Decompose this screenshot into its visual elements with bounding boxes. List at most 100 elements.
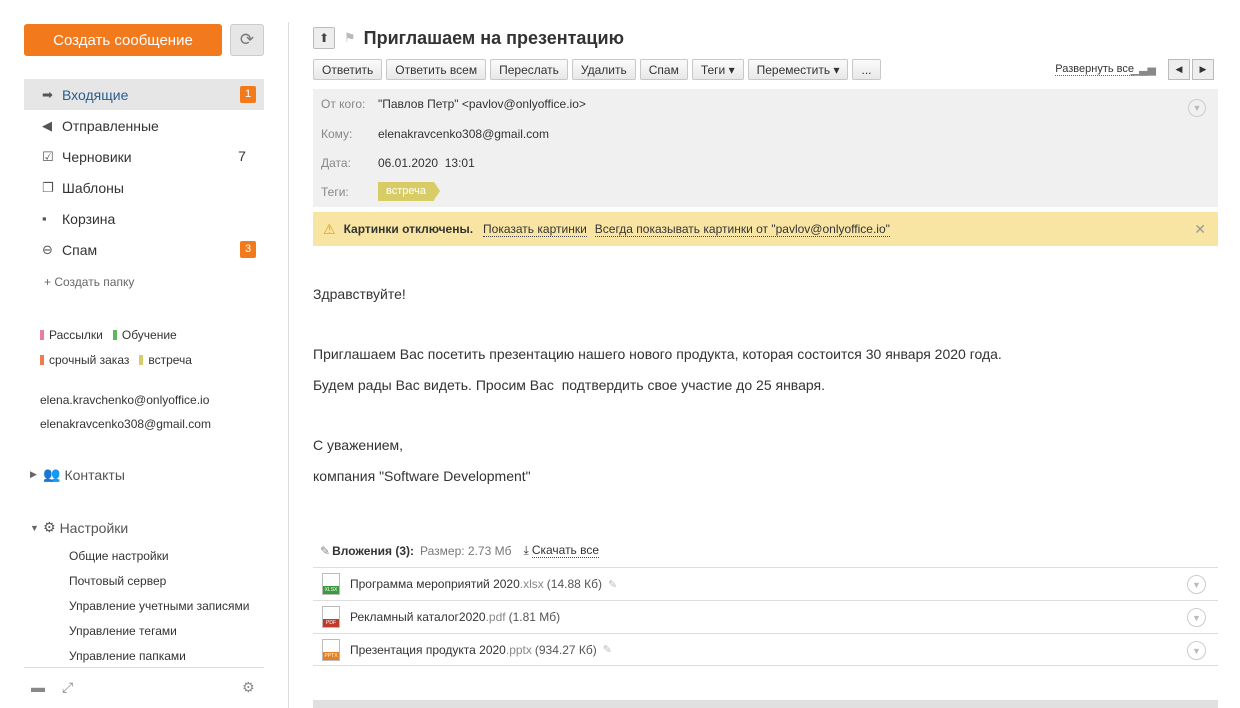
attachment-options-button[interactable]: ▼ xyxy=(1187,608,1206,627)
title-row: ⬆ ⚑ Приглашаем на презентацию xyxy=(313,26,624,50)
warning-icon: ⚠ xyxy=(323,220,336,237)
warning-title: Картинки отключены. xyxy=(343,222,474,236)
move-dropdown[interactable]: Переместить ▾ xyxy=(747,59,849,80)
account-item[interactable]: elenakravcenko308@gmail.com xyxy=(40,416,211,440)
folder-trash[interactable]: ▪ Корзина xyxy=(24,203,264,234)
tag-newsletters[interactable]: Рассылки xyxy=(40,328,103,342)
tag-label: Рассылки xyxy=(49,327,103,342)
attachment-item[interactable]: XLSX Программа мероприятий 2020 .xlsx (14… xyxy=(313,567,1218,600)
account-list: elena.kravchenko@onlyoffice.io elenakrav… xyxy=(40,392,211,440)
chevron-right-icon: ▶ xyxy=(1199,64,1207,74)
account-item[interactable]: elena.kravchenko@onlyoffice.io xyxy=(40,392,211,416)
folder-sent[interactable]: ◀ Отправленные xyxy=(24,110,264,141)
attachment-size: (934.27 Кб) xyxy=(534,642,597,657)
attachment-options-button[interactable]: ▼ xyxy=(1187,575,1206,594)
chevron-down-icon: ▼ xyxy=(1192,612,1201,623)
delete-button[interactable]: Удалить xyxy=(571,59,636,80)
create-message-button[interactable]: Создать сообщение xyxy=(24,24,222,56)
chevron-down-icon: ▼ xyxy=(1192,103,1202,113)
folder-label: Шаблоны xyxy=(62,179,124,196)
flag-icon[interactable]: ⚑ xyxy=(344,30,356,46)
message-view: ⬆ ⚑ Приглашаем на презентацию Ответить О… xyxy=(313,0,1218,708)
chat-icon[interactable]: ▬ xyxy=(31,679,45,695)
settings-mail-server[interactable]: Почтовый сервер xyxy=(69,571,249,596)
settings-accounts[interactable]: Управление учетными записями xyxy=(69,596,249,621)
contacts-section[interactable]: ▶ 👥 Контакты xyxy=(30,466,125,483)
forward-button[interactable]: Переслать xyxy=(490,59,568,80)
tag-label: Обучение xyxy=(121,327,177,342)
to-label: Кому: xyxy=(321,127,353,141)
tag-meeting[interactable]: встреча xyxy=(139,353,192,367)
folder-inbox[interactable]: ➡ Входящие 1 xyxy=(24,79,264,110)
chevron-left-icon: ◀ xyxy=(1175,64,1183,74)
gear-icon[interactable]: ⚙ xyxy=(242,679,255,696)
close-icon[interactable]: ✕ xyxy=(1194,221,1206,238)
file-type-label: XLSX xyxy=(323,586,339,594)
sidebar-footer: ▬ ⤢ ⚙ xyxy=(24,667,264,708)
settings-label: Настройки xyxy=(59,519,129,536)
always-show-images-link[interactable]: Всегда показывать картинки от "pavlov@on… xyxy=(594,222,890,237)
reply-all-button[interactable]: Ответить всем xyxy=(386,59,487,80)
arrow-right-icon: ➡ xyxy=(42,86,53,102)
edit-icon: ☑ xyxy=(42,148,54,164)
attachment-name[interactable]: Презентация продукта 2020 xyxy=(350,643,506,657)
tag-color xyxy=(139,354,144,365)
attachment-item[interactable]: PPTX Презентация продукта 2020 .pptx (934… xyxy=(313,633,1218,666)
to-value[interactable]: elenakravcenko308@gmail.com xyxy=(378,127,549,141)
attachment-ext: .pptx xyxy=(505,642,532,657)
attachment-options-button[interactable]: ▼ xyxy=(1187,641,1206,660)
attachment-name[interactable]: Программа мероприятий 2020 xyxy=(350,577,520,591)
spam-button[interactable]: Спам xyxy=(639,59,688,80)
attachment-size: (14.88 Кб) xyxy=(546,577,602,591)
header-options-button[interactable]: ▼ xyxy=(1188,99,1206,117)
attachment-ext: .pdf xyxy=(485,610,506,624)
attachments-title: Вложения (3): xyxy=(332,543,415,558)
message-tag[interactable]: встреча xyxy=(378,182,440,201)
download-all-link[interactable]: Скачать все xyxy=(531,543,600,558)
pdf-file-icon: PDF xyxy=(322,606,340,628)
signal-icon: ▁▃▅ xyxy=(1130,64,1156,76)
prev-message-button[interactable]: ◀ xyxy=(1168,59,1190,80)
folder-spam[interactable]: ⊖ Спам 3 xyxy=(24,234,264,265)
more-button[interactable]: ... xyxy=(852,59,881,80)
settings-menu: Общие настройки Почтовый сервер Управлен… xyxy=(69,546,249,671)
next-message-button[interactable]: ▶ xyxy=(1192,59,1214,80)
download-icon: ⤓ xyxy=(523,543,529,557)
body-paragraph: Приглашаем Вас посетить презентацию наше… xyxy=(313,346,1002,362)
tag-urgent-order[interactable]: срочный заказ xyxy=(40,353,129,367)
attachments-header: ✎ Вложения (3): Размер: 2.73 Мб ⤓ Скачат… xyxy=(320,543,600,558)
message-title: Приглашаем на презентацию xyxy=(363,27,624,48)
folder-label: Спам xyxy=(62,241,98,258)
folder-templates[interactable]: ❐ Шаблоны xyxy=(24,172,264,203)
tags-dropdown[interactable]: Теги ▾ xyxy=(691,59,744,80)
attachment-name[interactable]: Рекламный каталог2020 xyxy=(350,610,486,624)
reply-icon: ◀ xyxy=(42,117,52,133)
from-value[interactable]: "Павлов Петр" <pavlov@onlyoffice.io> xyxy=(378,97,586,111)
body-greeting: Здравствуйте! xyxy=(313,286,406,302)
attachment-size: (1.81 Мб) xyxy=(508,610,561,624)
attachment-item[interactable]: PDF Рекламный каталог2020 .pdf (1.81 Мб) … xyxy=(313,600,1218,633)
collapse-icon[interactable]: ⤢ xyxy=(62,679,73,696)
folder-label: Корзина xyxy=(62,210,116,227)
reply-button[interactable]: Ответить xyxy=(313,59,383,80)
refresh-icon: ⟳ xyxy=(239,30,255,49)
create-folder-link[interactable]: + Создать папку xyxy=(44,275,134,289)
date-label: Дата: xyxy=(321,156,351,170)
refresh-button[interactable]: ⟳ xyxy=(230,24,264,56)
reply-area-bar xyxy=(313,700,1218,708)
folder-drafts[interactable]: ☑ Черновики 7 xyxy=(24,141,264,172)
tag-color xyxy=(40,329,44,340)
settings-tags[interactable]: Управление тегами xyxy=(69,621,249,646)
show-images-link[interactable]: Показать картинки xyxy=(483,222,587,237)
settings-section[interactable]: ▼ ⚙ Настройки xyxy=(30,519,128,536)
chevron-down-icon: ▼ xyxy=(1192,579,1201,590)
pencil-icon[interactable]: ✎ xyxy=(608,578,617,591)
expand-all-link[interactable]: Развернуть все xyxy=(1055,63,1134,76)
settings-general[interactable]: Общие настройки xyxy=(69,546,249,571)
pencil-icon[interactable]: ✎ xyxy=(603,643,612,656)
folder-list: ➡ Входящие 1 ◀ Отправленные ☑ Черновики … xyxy=(24,79,264,265)
back-button[interactable]: ⬆ xyxy=(313,27,335,49)
contacts-icon: 👥 xyxy=(43,466,61,482)
message-header: От кого: "Павлов Петр" <pavlov@onlyoffic… xyxy=(313,89,1218,207)
tag-training[interactable]: Обучение xyxy=(112,327,177,342)
